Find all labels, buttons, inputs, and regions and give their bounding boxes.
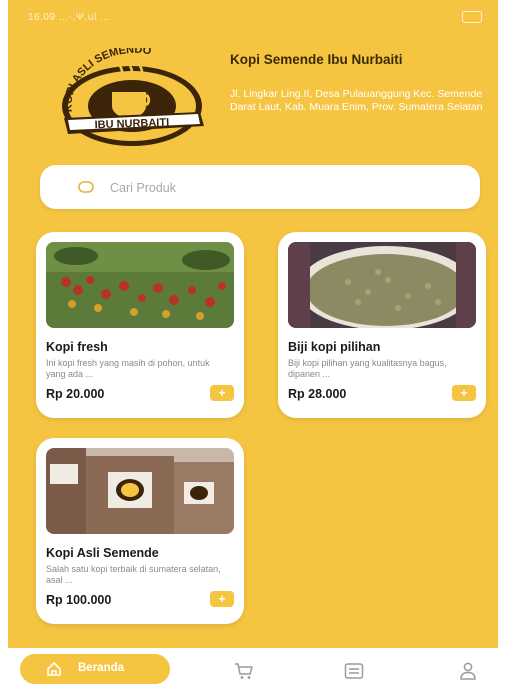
battery-icon: [462, 11, 482, 23]
shop-logo: KOPI ASLI SEMENDO IBU NURBAITI: [54, 48, 210, 148]
logo-text-bottom: IBU NURBAITI: [94, 117, 169, 132]
product-card-kopi-fresh[interactable]: Kopi fresh Ini kopi fresh yang masih di …: [36, 232, 244, 418]
app-screen: 16.09 ...·.Ψ.ul ... KOPI ASLI SEMENDO IB…: [8, 0, 498, 685]
product-image: [288, 242, 476, 328]
svg-text:KOPI ASLI SEMENDO: KOPI ASLI SEMENDO: [62, 48, 152, 113]
status-time: 16.09 ...·.Ψ.ul ...: [28, 12, 110, 23]
product-image: [46, 242, 234, 328]
logo-text-top: KOPI ASLI SEMENDO: [62, 48, 152, 113]
product-description: Ini kopi fresh yang masih di pohon, untu…: [46, 358, 210, 379]
search-bar[interactable]: [40, 165, 480, 209]
add-to-cart-button[interactable]: +: [210, 385, 234, 401]
bottom-navigation: Beranda: [8, 648, 498, 685]
search-input[interactable]: [108, 175, 452, 201]
product-price: Rp 20.000: [46, 387, 105, 401]
home-icon: [47, 662, 61, 676]
product-image: [46, 448, 234, 534]
product-card-kopi-asli-semende[interactable]: Kopi Asli Semende Salah satu kopi terbai…: [36, 438, 244, 624]
product-price: Rp 28.000: [288, 387, 347, 401]
product-description: Salah satu kopi terbaik di sumatera sela…: [46, 564, 221, 585]
product-price: Rp 100.000: [46, 593, 112, 607]
product-title: Kopi Asli Semende: [46, 546, 159, 560]
shop-address: Jl. Lingkar Ling.II, Desa Pulauanggung K…: [230, 88, 483, 113]
product-title: Kopi fresh: [46, 340, 108, 354]
product-description: Biji kopi pilihan yang kualitasnya bagus…: [288, 358, 447, 379]
profile-icon[interactable]: [458, 662, 478, 680]
order-list-icon[interactable]: [344, 662, 364, 680]
product-title: Biji kopi pilihan: [288, 340, 381, 354]
shop-name: Kopi Semende Ibu Nurbaiti: [230, 52, 403, 67]
add-to-cart-button[interactable]: +: [452, 385, 476, 401]
search-icon: [78, 181, 94, 193]
product-card-biji-kopi-pilihan[interactable]: Biji kopi pilihan Biji kopi pilihan yang…: [278, 232, 486, 418]
nav-home-label: Beranda: [78, 662, 125, 674]
add-to-cart-button[interactable]: +: [210, 591, 234, 607]
nav-home-button[interactable]: Beranda: [20, 654, 170, 684]
cart-icon[interactable]: [234, 662, 254, 680]
status-bar: 16.09 ...·.Ψ.ul ...: [8, 0, 498, 34]
